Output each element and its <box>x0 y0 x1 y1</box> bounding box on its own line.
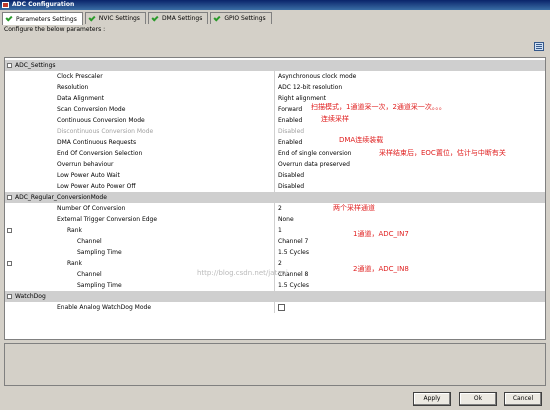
param-row[interactable]: Continuous Conversion Mode Enabled <box>5 115 545 126</box>
param-name: Low Power Auto Power Off <box>57 183 136 190</box>
param-row[interactable]: Scan Conversion Mode Forward <box>5 104 545 115</box>
param-value[interactable]: ADC 12-bit resolution <box>274 82 545 93</box>
tab-parameters-settings[interactable]: Parameters Settings <box>2 12 83 25</box>
param-value[interactable] <box>274 302 545 313</box>
collapse-icon[interactable] <box>7 261 12 266</box>
watermark: http://blog.csdn.net/jatani <box>197 269 288 277</box>
param-name: Channel <box>77 238 102 245</box>
annotation: 扫描模式，1通道采一次，2通道采一次。。。 <box>311 103 446 111</box>
param-name: Resolution <box>57 84 89 91</box>
description-panel <box>4 343 546 386</box>
check-icon <box>213 13 221 22</box>
cancel-button[interactable]: Cancel <box>504 392 542 406</box>
param-name: Rank <box>67 260 82 267</box>
collapse-icon[interactable] <box>7 294 12 299</box>
param-value[interactable]: Disabled <box>274 181 545 192</box>
param-row: Discontinuous Conversion Mode Disabled <box>5 126 545 137</box>
collapse-icon[interactable] <box>7 195 12 200</box>
group-row-adc-settings[interactable]: ADC_Settings <box>5 60 545 71</box>
title-bar: ADC Configuration <box>0 0 550 10</box>
param-value[interactable]: Channel 7 <box>274 236 545 247</box>
param-name: Discontinuous Conversion Mode <box>57 128 154 135</box>
annotation: 采样结束后，EOC置位，估计与中断有关 <box>379 149 506 157</box>
collapse-icon[interactable] <box>7 228 12 233</box>
param-name: Clock Prescaler <box>57 73 103 80</box>
param-name: Continuous Conversion Mode <box>57 117 145 124</box>
collapse-icon[interactable] <box>7 63 12 68</box>
param-value[interactable]: Overrun data preserved <box>274 159 545 170</box>
param-row[interactable]: DMA Continuous Requests Enabled <box>5 137 545 148</box>
param-row[interactable]: External Trigger Conversion Edge None <box>5 214 545 225</box>
param-row[interactable]: Enable Analog WatchDog Mode <box>5 302 545 313</box>
param-name: Channel <box>77 271 102 278</box>
parameter-grid: ADC_Settings Clock Prescaler Asynchronous… <box>4 57 546 340</box>
param-row[interactable]: Sampling Time 1.5 Cycles <box>5 280 545 291</box>
param-value[interactable]: Asynchronous clock mode <box>274 71 545 82</box>
app-icon <box>2 2 9 8</box>
param-row[interactable]: Clock Prescaler Asynchronous clock mode <box>5 71 545 82</box>
group-row-watchdog[interactable]: WatchDog <box>5 291 545 302</box>
instruction-text: Configure the below parameters : <box>4 26 106 33</box>
param-row[interactable]: Low Power Auto Power Off Disabled <box>5 181 545 192</box>
param-name: Sampling Time <box>77 249 122 256</box>
rank-row[interactable]: Rank 2 <box>5 258 545 269</box>
tab-dma-settings[interactable]: DMA Settings <box>147 12 209 24</box>
window-title: ADC Configuration <box>12 1 75 8</box>
param-name: End Of Conversion Selection <box>57 150 143 157</box>
tab-nvic-settings[interactable]: NVIC Settings <box>84 12 146 24</box>
param-value[interactable]: Enabled <box>274 115 545 126</box>
param-value[interactable]: Channel 8 <box>274 269 545 280</box>
param-name: Number Of Conversion <box>57 205 126 212</box>
ok-button[interactable]: Ok <box>459 392 497 406</box>
param-name: Enable Analog WatchDog Mode <box>57 304 152 311</box>
param-name: Rank <box>67 227 82 234</box>
param-row[interactable]: Sampling Time 1.5 Cycles <box>5 247 545 258</box>
tab-gpio-settings[interactable]: GPIO Settings <box>210 12 272 24</box>
param-row[interactable]: Resolution ADC 12-bit resolution <box>5 82 545 93</box>
param-value[interactable]: 2 <box>274 258 545 269</box>
annotation: 连续采样 <box>321 115 349 123</box>
param-row[interactable]: Overrun behaviour Overrun data preserved <box>5 159 545 170</box>
tab-strip: Parameters Settings NVIC Settings DMA Se… <box>2 12 274 25</box>
param-value: Disabled <box>274 126 545 137</box>
watchdog-checkbox[interactable] <box>278 304 285 311</box>
param-value[interactable]: Enabled <box>274 137 545 148</box>
param-value[interactable]: 1 <box>274 225 545 236</box>
annotation: 2通道，ADC_IN8 <box>353 265 409 273</box>
annotation: 1通道，ADC_IN7 <box>353 230 409 238</box>
param-value[interactable]: None <box>274 214 545 225</box>
apply-button[interactable]: Apply <box>413 392 451 406</box>
param-row[interactable]: Number Of Conversion 2 <box>5 203 545 214</box>
rank-row[interactable]: Rank 1 <box>5 225 545 236</box>
param-value[interactable]: Disabled <box>274 170 545 181</box>
list-view-icon[interactable] <box>534 42 544 51</box>
check-icon <box>88 13 96 22</box>
check-icon <box>5 14 13 22</box>
param-name: Scan Conversion Mode <box>57 106 126 113</box>
param-name: External Trigger Conversion Edge <box>57 216 158 223</box>
param-row[interactable]: Low Power Auto Wait Disabled <box>5 170 545 181</box>
param-name: Sampling Time <box>77 282 122 289</box>
param-name: Overrun behaviour <box>57 161 114 168</box>
param-row[interactable]: Channel Channel 7 <box>5 236 545 247</box>
param-name: Low Power Auto Wait <box>57 172 120 179</box>
annotation: 两个采样通道 <box>333 204 375 212</box>
param-name: DMA Continuous Requests <box>57 139 137 146</box>
param-name: Data Alignment <box>57 95 104 102</box>
param-value[interactable]: 2 <box>274 203 545 214</box>
annotation: DMA连续装载 <box>339 136 384 144</box>
group-row-regular-conversion[interactable]: ADC_Regular_ConversionMode <box>5 192 545 203</box>
param-value[interactable]: 1.5 Cycles <box>274 247 545 258</box>
param-row[interactable]: Data Alignment Right alignment <box>5 93 545 104</box>
check-icon <box>151 13 159 22</box>
param-value[interactable]: 1.5 Cycles <box>274 280 545 291</box>
